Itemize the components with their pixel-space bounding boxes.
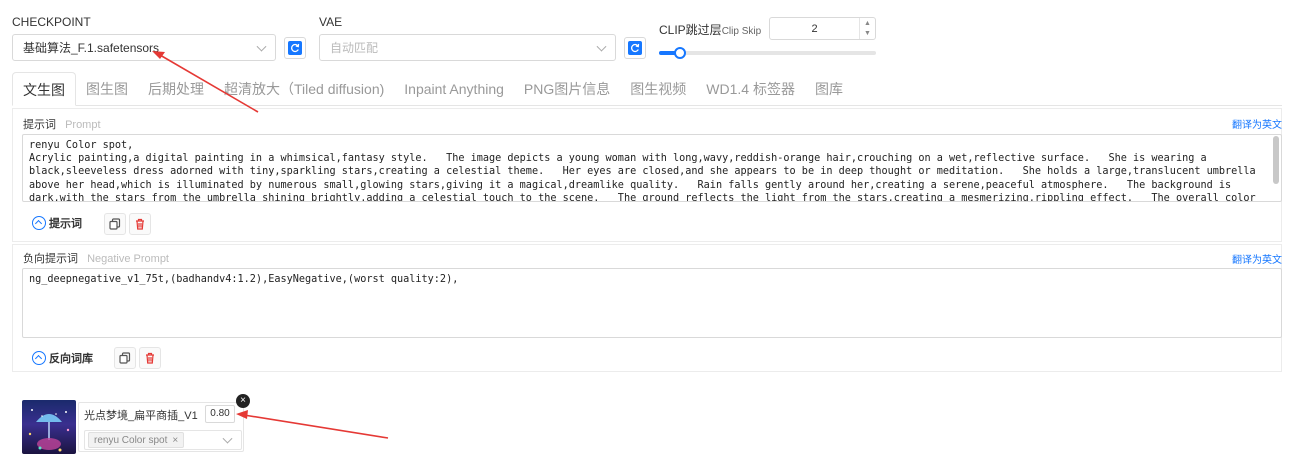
arrow-head-icon <box>236 410 248 419</box>
annotation-arrow-lora-weight <box>243 414 389 439</box>
annotation-arrow-checkpoint <box>159 54 259 113</box>
arrow-head-icon <box>152 51 165 59</box>
annotation-arrows <box>152 51 389 439</box>
